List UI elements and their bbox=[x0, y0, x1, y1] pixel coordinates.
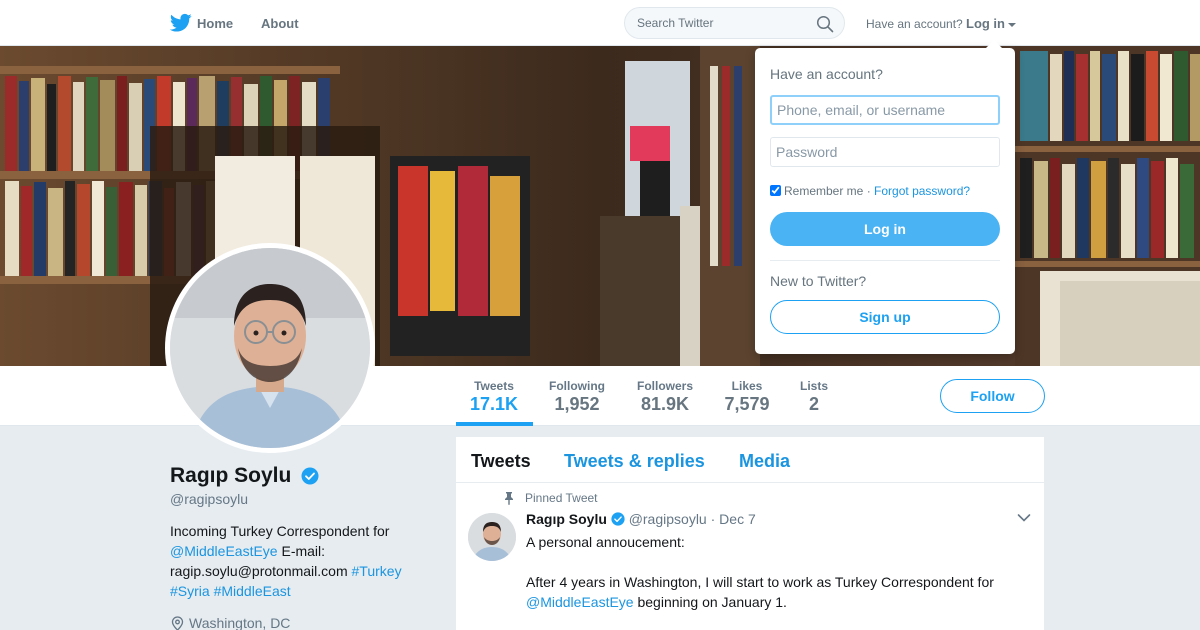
tweet-text: A personal annoucement: After 4 years in… bbox=[526, 532, 1016, 612]
chevron-down-icon[interactable] bbox=[1017, 513, 1031, 523]
tab-tweets[interactable]: Tweets bbox=[471, 451, 531, 472]
tweet-text-line: After 4 years in Washington, I will star… bbox=[526, 574, 994, 590]
bio-text: E-mail: bbox=[277, 543, 326, 559]
remember-me-checkbox[interactable] bbox=[770, 185, 781, 196]
dropdown-arrow bbox=[986, 40, 1002, 48]
timeline-panel: Tweets Tweets & replies Media Pinned Twe… bbox=[456, 437, 1044, 630]
username-field[interactable] bbox=[770, 95, 1000, 125]
stat-value: 2 bbox=[808, 394, 819, 414]
profile-name: Ragıp Soylu bbox=[170, 464, 319, 488]
stat-label: Likes bbox=[731, 379, 763, 393]
stat-label: Tweets bbox=[474, 379, 514, 393]
nav-about-link[interactable]: About bbox=[261, 16, 299, 31]
stat-value: 17.1K bbox=[470, 394, 519, 414]
location-pin-icon bbox=[171, 616, 184, 630]
search-box bbox=[624, 7, 845, 39]
stat-value: 81.9K bbox=[640, 394, 690, 414]
tweet-author-avatar[interactable] bbox=[468, 513, 516, 561]
login-dropdown-toggle[interactable]: Log in bbox=[966, 16, 1016, 31]
tweet-text-line: beginning on January 1. bbox=[633, 594, 787, 610]
stat-label: Lists bbox=[799, 379, 828, 393]
search-icon[interactable] bbox=[816, 15, 834, 33]
signup-button[interactable]: Sign up bbox=[770, 300, 1000, 334]
bio-hashtag-link[interactable]: #Syria bbox=[170, 583, 210, 599]
tweet-header: Ragıp Soylu @ragipsoylu · Dec 7 bbox=[526, 511, 756, 527]
stat-value: 7,579 bbox=[724, 394, 770, 414]
stat-label: Following bbox=[549, 379, 605, 393]
twitter-bird-icon[interactable] bbox=[170, 13, 192, 33]
stat-likes[interactable]: Likes 7,579 bbox=[722, 379, 772, 415]
location-text: Washington, DC bbox=[189, 615, 291, 630]
tweet-author-name[interactable]: Ragıp Soylu bbox=[526, 511, 607, 527]
avatar-photo bbox=[170, 248, 370, 448]
bio-hashtag-link[interactable]: #MiddleEast bbox=[214, 583, 291, 599]
remember-separator: · bbox=[866, 184, 871, 198]
stat-value: 1,952 bbox=[554, 394, 600, 414]
caret-down-icon bbox=[1008, 22, 1016, 27]
stat-lists[interactable]: Lists 2 bbox=[798, 379, 830, 415]
tab-media[interactable]: Media bbox=[739, 451, 790, 472]
bio-email: ragip.soylu@protonmail.com bbox=[170, 563, 348, 579]
tweet-date[interactable]: Dec 7 bbox=[719, 511, 756, 527]
login-toggle-label: Log in bbox=[966, 16, 1005, 31]
timeline-tabs: Tweets Tweets & replies Media bbox=[456, 437, 1044, 483]
nav-home-link[interactable]: Home bbox=[197, 16, 233, 31]
stat-followers[interactable]: Followers 81.9K bbox=[634, 379, 696, 415]
remember-row: Remember me · Forgot password? bbox=[770, 184, 970, 198]
tweet-mention-link[interactable]: @MiddleEastEye bbox=[526, 594, 634, 610]
profile-bio: Incoming Turkey Correspondent for @Middl… bbox=[170, 521, 420, 601]
tweet-text-line: A personal annoucement: bbox=[526, 534, 685, 550]
profile-handle[interactable]: @ragipsoylu bbox=[170, 491, 248, 507]
login-dropdown: Have an account? Remember me · Forgot pa… bbox=[755, 40, 1015, 354]
follow-button[interactable]: Follow bbox=[940, 379, 1045, 413]
verified-badge-icon bbox=[301, 467, 319, 485]
stat-label: Followers bbox=[636, 379, 693, 393]
login-button[interactable]: Log in bbox=[770, 212, 1000, 246]
profile-avatar[interactable] bbox=[165, 243, 375, 453]
tweet-author-handle[interactable]: @ragipsoylu bbox=[629, 511, 707, 527]
forgot-password-link[interactable]: Forgot password? bbox=[874, 184, 970, 198]
stat-following[interactable]: Following 1,952 bbox=[546, 379, 608, 415]
bio-text: Incoming Turkey Correspondent for bbox=[170, 523, 390, 539]
profile-location: Washington, DC bbox=[170, 615, 290, 630]
password-field[interactable] bbox=[770, 137, 1000, 167]
profile-name-text: Ragıp Soylu bbox=[170, 464, 292, 487]
bio-hashtag-link[interactable]: #Turkey bbox=[352, 563, 402, 579]
bio-mention-link[interactable]: @MiddleEastEye bbox=[170, 543, 278, 559]
verified-badge-icon bbox=[611, 512, 625, 526]
pinned-tweet-label: Pinned Tweet bbox=[525, 491, 598, 505]
dropdown-divider bbox=[770, 260, 1000, 261]
have-account-text: Have an account? bbox=[866, 17, 963, 31]
search-input[interactable] bbox=[637, 16, 807, 30]
tab-tweets-replies[interactable]: Tweets & replies bbox=[564, 451, 705, 472]
pin-icon bbox=[505, 492, 513, 505]
new-to-twitter-text: New to Twitter? bbox=[770, 273, 867, 289]
tweet-separator: · bbox=[710, 511, 716, 527]
stat-tweets[interactable]: Tweets 17.1K bbox=[470, 379, 518, 415]
top-navbar: Home About Have an account? Log in bbox=[0, 0, 1200, 46]
dropdown-title: Have an account? bbox=[770, 66, 883, 82]
active-stat-underline bbox=[456, 422, 533, 426]
remember-me-label: Remember me bbox=[784, 184, 864, 198]
tweet-avatar-photo bbox=[468, 513, 516, 561]
